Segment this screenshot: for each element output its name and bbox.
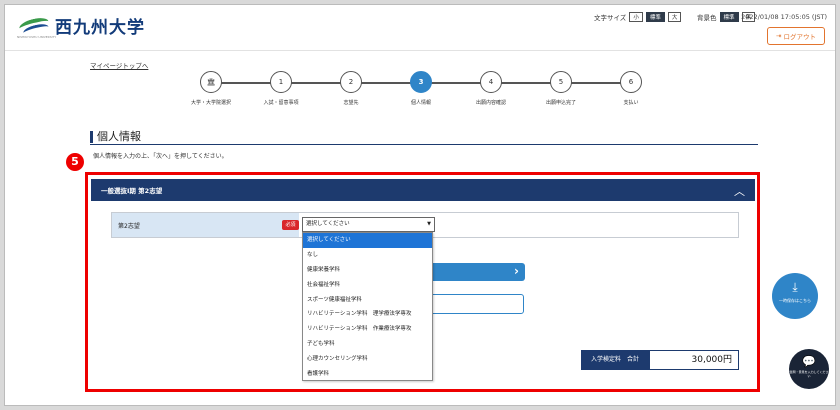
second-choice-select[interactable]: 選択してください ▼ xyxy=(302,217,435,232)
step-label: 出願申込完了 xyxy=(545,100,576,106)
dropdown-option[interactable]: リハビリテーション学科 理学療法学専攻 xyxy=(303,307,432,322)
step-label: 大学・大学院選択 xyxy=(190,100,231,106)
step-label: 出願内容確認 xyxy=(475,100,506,106)
download-icon: ⤓ xyxy=(792,280,798,294)
fee-value: 30,000円 xyxy=(649,350,739,370)
annotation-badge: 5 xyxy=(66,153,84,171)
page-title: 個人情報 xyxy=(90,131,141,143)
browser-frame: 西九州大学 NISHIKYUSHU UNIVERSITY 文字サイズ 小 標準 … xyxy=(4,4,836,406)
mypage-top-link[interactable]: マイページトップへ xyxy=(90,60,148,70)
dropdown-option[interactable]: 子ども学科 xyxy=(303,337,432,352)
step-number: 1 xyxy=(270,71,292,93)
step-label: 個人情報 xyxy=(410,100,431,106)
logo-subtitle: NISHIKYUSHU UNIVERSITY xyxy=(17,35,57,39)
step-number: 2 xyxy=(340,71,362,93)
logout-button[interactable]: ⇥ ログアウト xyxy=(767,27,825,45)
dropdown-option[interactable]: 健康栄養学科 xyxy=(303,263,432,278)
step-5: 5 出願申込完了 xyxy=(531,71,591,106)
title-divider xyxy=(90,144,758,145)
dropdown-option[interactable]: 看護学科 xyxy=(303,367,432,382)
second-choice-dropdown: 選択してください なし 健康栄養学科 社会福祉学科 スポーツ健康福祉学科 リハビ… xyxy=(302,232,433,381)
font-size-label: 文字サイズ xyxy=(594,14,627,22)
dropdown-option[interactable]: なし xyxy=(303,248,432,263)
step-number: 5 xyxy=(550,71,572,93)
datetime: 2022/01/08 17:05:05 (JST) xyxy=(741,13,827,21)
floating-chat-label: 質問・意見を入力してください xyxy=(789,370,829,378)
panel-header[interactable]: 一般選抜I期 第2志望 ︿ xyxy=(91,179,755,201)
floating-chat-button[interactable]: 💬 質問・意見を入力してください xyxy=(789,349,829,389)
progress-steps: 🏛 大学・大学院選択 1 入試・留意事項 2 志望先 3 個人情報 4 出願内容… xyxy=(185,71,655,111)
field-label-cell: 第2志望 必須 xyxy=(112,213,299,237)
chevron-up-icon[interactable]: ︿ xyxy=(734,183,745,199)
dropdown-option[interactable]: 心理カウンセリング学科 xyxy=(303,352,432,367)
logout-label: ログアウト xyxy=(783,33,816,41)
floating-save-button[interactable]: ⤓ 一時保存はこちら xyxy=(772,273,818,319)
next-button[interactable]: › xyxy=(425,263,525,281)
floating-save-label: 一時保存はこちら xyxy=(779,298,811,303)
header: 西九州大学 NISHIKYUSHU UNIVERSITY 文字サイズ 小 標準 … xyxy=(5,5,835,51)
bg-color-standard-button[interactable]: 標準 xyxy=(719,12,739,22)
step-6: 6 支払い xyxy=(601,71,661,106)
step-label: 志望先 xyxy=(343,100,359,106)
step-number-active: 3 xyxy=(410,71,432,93)
step-number: 4 xyxy=(480,71,502,93)
font-size-small-button[interactable]: 小 xyxy=(629,12,643,22)
required-badge: 必須 xyxy=(282,220,299,230)
field-label: 第2志望 xyxy=(118,223,140,230)
logo-text: 西九州大学 xyxy=(55,18,145,38)
page-instruction: 個人情報を入力の上、「次へ」を押してください。 xyxy=(93,153,228,160)
step-2: 2 志望先 xyxy=(321,71,381,106)
dropdown-option[interactable]: リハビリテーション学科 作業療法学専攻 xyxy=(303,322,432,337)
step-number: 6 xyxy=(620,71,642,93)
step-university-select: 🏛 大学・大学院選択 xyxy=(181,71,241,106)
dropdown-option[interactable]: スポーツ健康福祉学科 xyxy=(303,293,432,308)
step-3: 3 個人情報 xyxy=(391,71,451,106)
font-size-control: 文字サイズ 小 標準 大 xyxy=(594,12,682,22)
step-1: 1 入試・留意事項 xyxy=(251,71,311,106)
chat-bubble-icon: 💬 xyxy=(802,355,816,368)
dropdown-option[interactable]: 選択してください xyxy=(303,233,432,248)
logo-mark-icon xyxy=(17,15,51,38)
logout-icon: ⇥ xyxy=(776,32,782,40)
chevron-right-icon: › xyxy=(514,264,519,278)
font-size-large-button[interactable]: 大 xyxy=(667,12,682,22)
step-label: 入試・留意事項 xyxy=(263,100,299,106)
fee-label: 入学検定料 合計 xyxy=(581,350,649,370)
select-value: 選択してください xyxy=(306,221,350,227)
building-icon: 🏛 xyxy=(200,71,222,93)
font-size-standard-button[interactable]: 標準 xyxy=(645,12,665,22)
bg-color-label: 背景色 xyxy=(697,14,717,22)
caret-down-icon: ▼ xyxy=(427,221,431,227)
step-4: 4 出願内容確認 xyxy=(461,71,521,106)
step-label: 支払い xyxy=(623,100,639,106)
panel-title: 一般選抜I期 第2志望 xyxy=(101,187,163,195)
dropdown-option[interactable]: 社会福祉学科 xyxy=(303,278,432,293)
temp-save-button[interactable] xyxy=(425,294,524,314)
